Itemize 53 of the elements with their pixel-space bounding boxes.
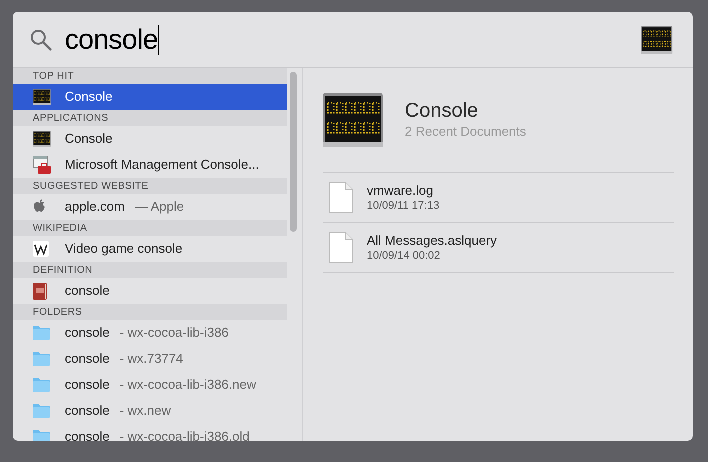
document-date: 10/09/14 00:02 — [367, 248, 442, 264]
document-icon — [329, 232, 353, 263]
result-item[interactable]: console - wx-cocoa-lib-i386 — [13, 320, 287, 346]
result-label: console — [65, 324, 110, 342]
folder-icon — [33, 378, 50, 392]
search-text: console — [65, 22, 158, 56]
result-item[interactable]: Microsoft Management Console... — [13, 152, 287, 178]
wikipedia-icon — [33, 241, 49, 257]
folder-icon — [33, 352, 50, 366]
document-row[interactable]: All Messages.aslquery 10/09/14 00:02 — [323, 223, 674, 273]
search-icon — [30, 28, 52, 50]
console-app-icon — [323, 93, 383, 147]
search-field[interactable]: console — [65, 20, 641, 60]
result-item[interactable]: Console — [13, 126, 287, 152]
result-label: console — [65, 376, 110, 394]
scrollbar[interactable] — [290, 72, 297, 232]
result-label: console — [65, 350, 110, 368]
section-header: FOLDERS — [13, 304, 287, 320]
section-header: WIKIPEDIA — [13, 220, 287, 236]
document-icon — [329, 182, 353, 213]
result-detail: - wx-cocoa-lib-i386 — [120, 324, 229, 342]
document-row[interactable]: vmware.log 10/09/11 17:13 — [323, 173, 674, 223]
result-item[interactable]: console - wx-cocoa-lib-i386.new — [13, 372, 287, 398]
result-detail: - wx.new — [120, 402, 172, 420]
section-header: APPLICATIONS — [13, 110, 287, 126]
console-app-icon — [33, 131, 51, 147]
section-header: DEFINITION — [13, 262, 287, 278]
result-label: apple.com — [65, 198, 125, 216]
preview-title: Console — [405, 99, 480, 123]
toolbox-icon — [33, 156, 51, 174]
result-item[interactable]: Console — [13, 84, 287, 110]
apple-icon — [33, 199, 47, 215]
folder-icon — [33, 404, 50, 418]
result-item[interactable]: Video game console — [13, 236, 287, 262]
folder-icon — [33, 326, 50, 340]
result-detail: - wx-cocoa-lib-i386.new — [120, 376, 256, 394]
section-header: TOP HIT — [13, 68, 287, 84]
console-app-icon — [33, 89, 51, 105]
result-item[interactable]: console - wx.73774 — [13, 346, 287, 372]
dictionary-icon — [33, 282, 47, 300]
preview-subtitle: 2 Recent Documents — [405, 123, 526, 141]
document-name: All Messages.aslquery — [367, 232, 498, 248]
result-item[interactable]: console - wx.new — [13, 398, 287, 424]
document-name: vmware.log — [367, 182, 434, 198]
result-detail: — Apple — [134, 198, 184, 216]
result-label: console — [65, 402, 110, 420]
folder-icon — [33, 430, 50, 441]
result-item[interactable]: console — [13, 278, 287, 304]
result-item[interactable]: apple.com — Apple — [13, 194, 287, 220]
result-detail: - wx.73774 — [120, 350, 184, 368]
document-date: 10/09/11 17:13 — [367, 198, 440, 214]
console-app-icon — [641, 26, 673, 54]
section-header: SUGGESTED WEBSITE — [13, 178, 287, 194]
